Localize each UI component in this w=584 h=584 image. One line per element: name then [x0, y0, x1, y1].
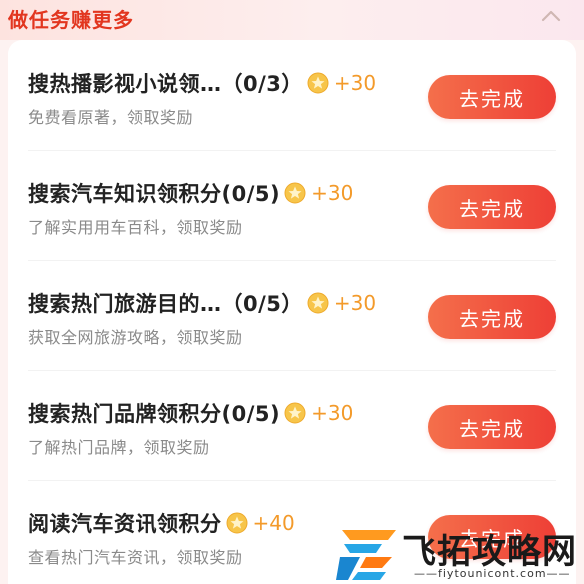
task-title-row: 搜热播影视小说领…（0/3） +30 — [28, 68, 376, 98]
coin-star-icon — [284, 402, 306, 424]
task-item: 搜索热门旅游目的…（0/5） +30 获取全网旅游攻略，领取奖励 去完成 — [8, 260, 576, 370]
coin-star-icon — [307, 292, 329, 314]
section-title: 做任务赚更多 — [8, 8, 134, 32]
task-list: 搜热播影视小说领…（0/3） +30 免费看原著，领取奖励 去完成 搜索汽车知识… — [8, 40, 576, 584]
reward-points: +30 — [333, 71, 377, 95]
go-complete-button[interactable]: 去完成 — [428, 75, 556, 119]
go-complete-button[interactable]: 去完成 — [428, 405, 556, 449]
task-name: 阅读汽车资讯领积分 — [28, 512, 222, 536]
coin-star-icon — [284, 182, 306, 204]
reward-points: +30 — [311, 401, 354, 425]
task-panel: 做任务赚更多 搜热播影视小说领…（0/3） +30 免费看原著，领取奖励 去完成… — [0, 0, 584, 584]
site-url: ——fiytounicont.com—— — [414, 567, 571, 580]
task-name: 搜索热门旅游目的…（0/5） — [28, 292, 303, 316]
task-title-row: 搜索热门旅游目的…（0/5） +30 — [28, 288, 376, 318]
task-description: 获取全网旅游攻略，领取奖励 — [28, 328, 243, 347]
chevron-up-icon[interactable] — [540, 6, 562, 26]
coin-star-icon — [226, 512, 247, 534]
task-description: 免费看原著，领取奖励 — [28, 108, 194, 127]
reward-points: +40 — [252, 511, 295, 535]
coin-star-icon — [307, 72, 329, 94]
task-description: 了解热门品牌，领取奖励 — [28, 438, 210, 457]
reward-points: +30 — [333, 291, 377, 315]
task-name: 搜热播影视小说领…（0/3） — [28, 72, 303, 96]
task-name: 搜索汽车知识领积分(0/5) — [28, 182, 281, 206]
task-description: 查看热门汽车资讯，领取奖励 — [28, 548, 243, 567]
task-title-row: 搜索热门品牌领积分(0/5) +30 — [28, 398, 353, 428]
site-watermark: 飞拓攻略网 ——fiytounicont.com—— — [336, 520, 584, 584]
site-logo-icon — [336, 530, 396, 580]
go-complete-button[interactable]: 去完成 — [428, 295, 556, 339]
go-complete-button[interactable]: 去完成 — [428, 185, 556, 229]
task-title-row: 阅读汽车资讯领积分 +40 — [28, 508, 295, 538]
task-item: 搜热播影视小说领…（0/3） +30 免费看原著，领取奖励 去完成 — [8, 40, 576, 150]
task-title-row: 搜索汽车知识领积分(0/5) +30 — [28, 178, 353, 208]
reward-points: +30 — [311, 181, 354, 205]
task-item: 搜索汽车知识领积分(0/5) +30 了解实用用车百科，领取奖励 去完成 — [8, 150, 576, 260]
task-item: 搜索热门品牌领积分(0/5) +30 了解热门品牌，领取奖励 去完成 — [8, 370, 576, 480]
task-description: 了解实用用车百科，领取奖励 — [28, 218, 243, 237]
header: 做任务赚更多 — [0, 0, 584, 40]
task-name: 搜索热门品牌领积分(0/5) — [28, 402, 281, 426]
site-name: 飞拓攻略网 — [402, 532, 577, 572]
